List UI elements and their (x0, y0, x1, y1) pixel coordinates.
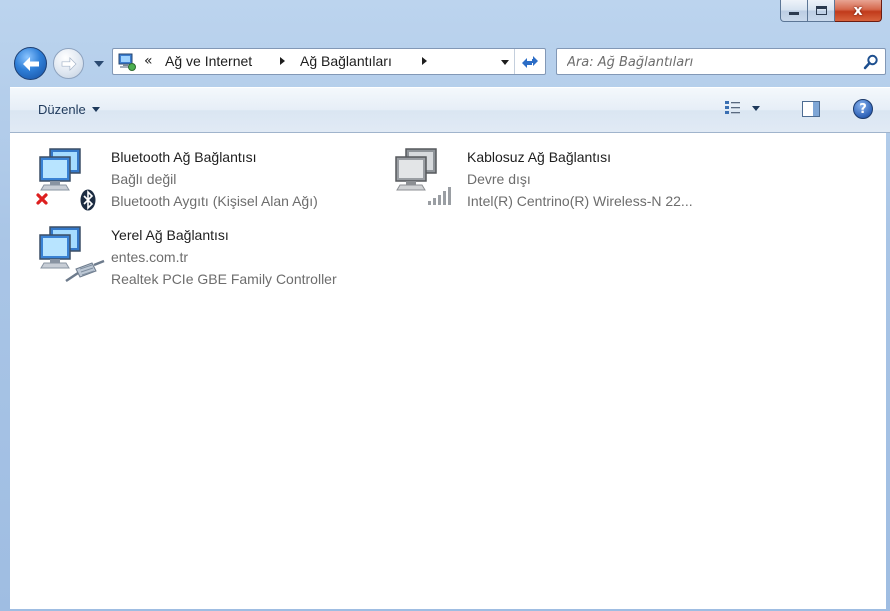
navigation-bar: « Ağ ve Internet Ağ Bağlantıları (0, 40, 890, 86)
address-bar[interactable]: « Ağ ve Internet Ağ Bağlantıları (112, 48, 546, 75)
view-details-icon (725, 101, 740, 114)
chevron-down-icon (752, 105, 760, 111)
connection-status: entes.com.tr (111, 249, 189, 265)
search-icon[interactable] (863, 54, 879, 70)
connection-item-wireless[interactable]: Kablosuz Ağ Bağlantısı Devre dışı Intel(… (366, 137, 706, 209)
close-icon: x (853, 2, 863, 19)
breadcrumb-network-connections[interactable]: Ağ Bağlantıları (300, 53, 392, 69)
address-overflow-chevron[interactable]: « (144, 53, 153, 69)
address-dropdown-icon[interactable] (501, 60, 509, 65)
organize-button[interactable]: Düzenle (38, 102, 100, 117)
connection-device: Bluetooth Aygıtı (Kişisel Alan Ağı) (111, 193, 318, 209)
recent-pages-button[interactable] (92, 58, 106, 70)
address-divider (514, 49, 515, 74)
maximize-button[interactable] (808, 0, 835, 22)
search-input[interactable] (567, 53, 847, 71)
breadcrumb-network-internet[interactable]: Ağ ve Internet (165, 53, 252, 69)
command-bar: Düzenle ? (10, 87, 890, 133)
breadcrumb-separator-icon[interactable] (422, 57, 427, 65)
breadcrumb-separator-icon[interactable] (280, 57, 285, 65)
search-box[interactable] (556, 48, 886, 75)
connection-name: Kablosuz Ağ Bağlantısı (467, 149, 611, 165)
bluetooth-icon (80, 189, 96, 211)
refresh-icon (522, 55, 538, 68)
connections-list: Bluetooth Ağ Bağlantısı Bağlı değil Blue… (10, 133, 886, 609)
caption-buttons: x (780, 0, 882, 22)
close-button[interactable]: x (835, 0, 882, 22)
forward-button[interactable] (53, 48, 84, 79)
help-button[interactable]: ? (853, 99, 873, 119)
back-button[interactable] (14, 47, 47, 80)
forward-arrow-icon (61, 56, 76, 71)
preview-pane-button[interactable] (802, 101, 820, 117)
back-arrow-icon (22, 56, 39, 71)
minimize-button[interactable] (780, 0, 808, 22)
chevron-down-icon (91, 107, 100, 112)
change-view-button[interactable] (724, 100, 760, 116)
minimize-icon (789, 12, 799, 15)
connection-device: Realtek PCIe GBE Family Controller (111, 271, 337, 287)
refresh-button[interactable] (519, 52, 541, 71)
title-bar[interactable]: x (0, 0, 890, 36)
connection-status: Bağlı değil (111, 171, 177, 187)
ethernet-cable-icon (65, 259, 105, 283)
organize-label: Düzenle (38, 102, 86, 117)
connection-item-local-area[interactable]: Yerel Ağ Bağlantısı entes.com.tr Realtek… (10, 215, 350, 287)
connection-name: Yerel Ağ Bağlantısı (111, 227, 229, 243)
wifi-signal-icon (428, 187, 451, 205)
connection-name: Bluetooth Ağ Bağlantısı (111, 149, 257, 165)
connection-item-bluetooth[interactable]: Bluetooth Ağ Bağlantısı Bağlı değil Blue… (10, 137, 350, 211)
connection-status: Devre dışı (467, 171, 531, 187)
connection-device: Intel(R) Centrino(R) Wireless-N 22... (467, 193, 693, 209)
network-folder-icon (118, 53, 136, 71)
chevron-down-icon (94, 60, 104, 67)
maximize-icon (815, 6, 827, 15)
